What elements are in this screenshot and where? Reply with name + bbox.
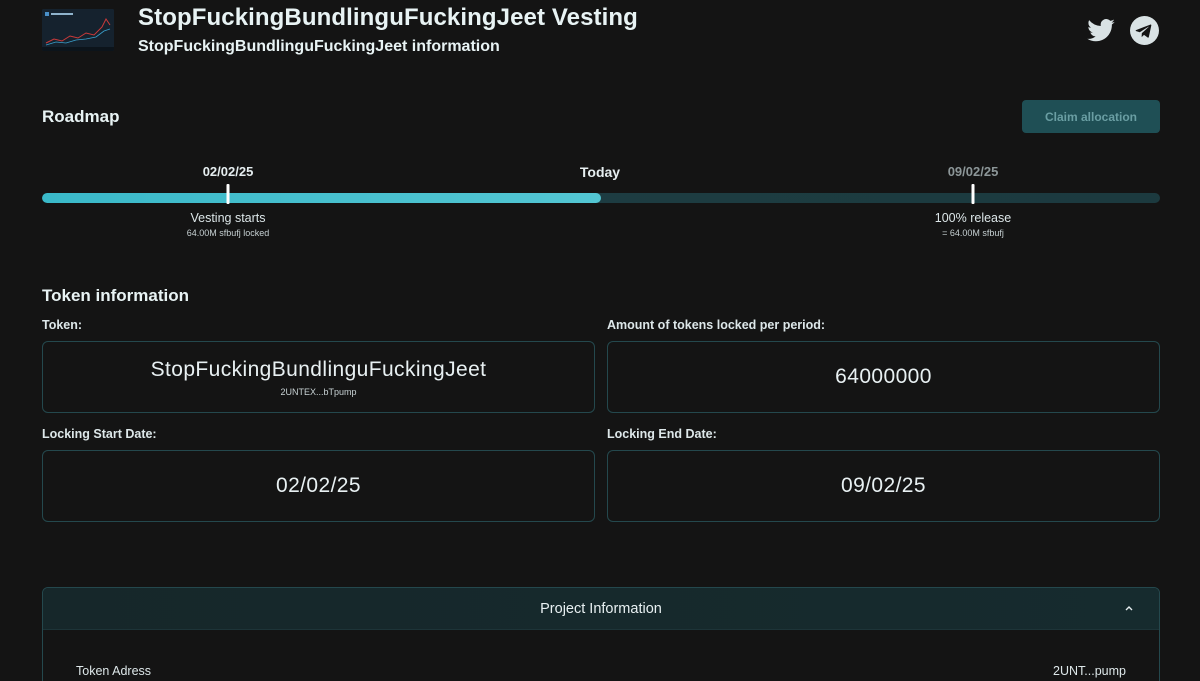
start-date-box: 02/02/25 — [42, 450, 595, 522]
timeline-start-marker — [226, 184, 230, 204]
roadmap-title: Roadmap — [42, 107, 120, 126]
vesting-end-label: 100% release — [934, 211, 1012, 225]
vesting-start-label: Vesting starts — [190, 211, 266, 225]
claim-allocation-button[interactable]: Claim allocation — [1022, 100, 1160, 133]
token-address-value[interactable]: 2UNT...pump — [1053, 664, 1126, 678]
start-date-label: Locking Start Date: — [42, 427, 157, 441]
amount-box: 64000000 — [607, 341, 1160, 413]
timeline-end-marker — [971, 184, 975, 204]
telegram-link[interactable] — [1130, 16, 1159, 45]
page-title: StopFuckingBundlinguFuckingJeet Vesting — [138, 4, 638, 31]
project-info-title: Project Information — [540, 600, 662, 617]
vesting-end-amount: = 64.00M sfbufj — [942, 228, 1004, 238]
twitter-icon — [1087, 19, 1115, 42]
token-box: StopFuckingBundlinguFuckingJeet 2UNTEX..… — [42, 341, 595, 413]
telegram-icon — [1130, 16, 1159, 45]
vesting-end-info: 100% release = 64.00M sfbufj — [935, 211, 1011, 238]
token-name: StopFuckingBundlinguFuckingJeet — [150, 357, 487, 381]
token-address-short[interactable]: 2UNTEX...bTpump — [280, 387, 356, 397]
amount-value: 64000000 — [835, 365, 932, 388]
timeline-today-label: Today — [579, 164, 621, 180]
vesting-start-info: Vesting starts 64.00M sfbufj locked — [187, 211, 270, 238]
end-date-label: Locking End Date: — [607, 427, 717, 441]
project-info-header[interactable]: Project Information — [43, 588, 1159, 630]
end-date-box: 09/02/25 — [607, 450, 1160, 522]
token-info-title: Token information — [42, 286, 190, 305]
project-info-panel: Project Information Token Adress 2UNT...… — [42, 587, 1160, 681]
page-subtitle: StopFuckingBundlinguFuckingJeet informat… — [138, 38, 500, 55]
end-date-value: 09/02/25 — [841, 474, 926, 497]
twitter-link[interactable] — [1086, 16, 1116, 46]
amount-label: Amount of tokens locked per period: — [607, 318, 826, 332]
timeline-start-date: 02/02/25 — [202, 164, 254, 179]
start-date-value: 02/02/25 — [276, 474, 361, 497]
vesting-progress-fill — [42, 193, 601, 203]
vesting-progress-bar — [42, 193, 1160, 203]
timeline-end-date: 09/02/25 — [947, 164, 999, 179]
chart-thumbnail-icon — [42, 9, 114, 51]
token-label: Token: — [42, 318, 83, 332]
vesting-start-amount: 64.00M sfbufj locked — [186, 228, 270, 238]
chevron-up-icon[interactable] — [1123, 602, 1135, 614]
token-address-label: Token Adress — [76, 664, 152, 678]
logo — [42, 9, 114, 51]
